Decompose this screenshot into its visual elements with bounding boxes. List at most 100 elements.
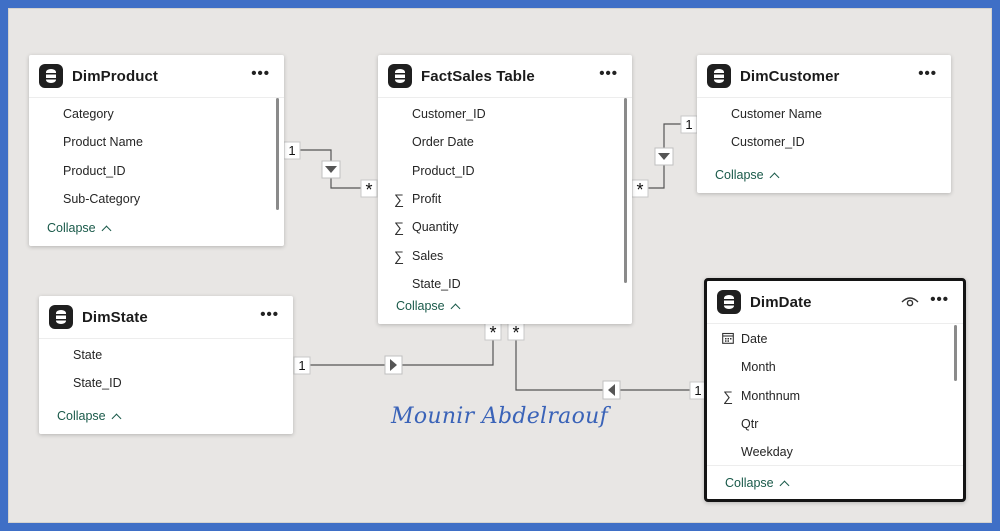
scrollbar[interactable] xyxy=(624,98,627,283)
collapse-button[interactable]: Collapse xyxy=(47,221,112,235)
table-icon xyxy=(39,64,63,88)
rel-product-one-label: 1 xyxy=(288,143,295,158)
chevron-up-icon xyxy=(101,225,112,235)
collapse-button[interactable]: Collapse xyxy=(396,299,461,313)
rel-state-many-label: * xyxy=(489,323,496,343)
rel-customer-many-label: * xyxy=(636,180,643,200)
field-label: Customer Name xyxy=(731,107,822,122)
more-options-icon[interactable]: ••• xyxy=(918,66,937,81)
collapse-label: Collapse xyxy=(725,476,774,490)
field-list: State State_ID xyxy=(39,339,293,398)
collapse-label: Collapse xyxy=(47,221,96,235)
field-label: State xyxy=(73,348,103,363)
table-icon xyxy=(717,290,741,314)
rel-state-one-label: 1 xyxy=(298,358,305,373)
field-row[interactable]: Month xyxy=(707,353,963,381)
field-label: Product_ID xyxy=(412,163,475,178)
field-row[interactable]: Sub-Category xyxy=(29,185,284,213)
field-row[interactable]: State_ID xyxy=(39,369,293,397)
watermark: Mounir Abdelraouf xyxy=(391,404,609,429)
rel-product-many-label: * xyxy=(365,180,372,200)
dimproduct-card[interactable]: DimProduct ••• Category Product Name Pro… xyxy=(29,55,284,246)
more-options-icon[interactable]: ••• xyxy=(260,307,279,322)
collapse-button[interactable]: Collapse xyxy=(715,168,780,182)
sigma-icon: ∑ xyxy=(723,387,733,404)
card-title: DimCustomer xyxy=(740,67,840,85)
field-row[interactable]: Product_ID xyxy=(378,157,632,185)
field-row[interactable]: Customer Name xyxy=(697,100,951,128)
field-row[interactable]: Order Date xyxy=(378,128,632,156)
field-row[interactable]: State xyxy=(39,341,293,369)
collapse-button[interactable]: Collapse xyxy=(725,476,790,490)
field-row[interactable]: ∑ Sales xyxy=(378,241,632,269)
rel-date-one-label: 1 xyxy=(694,383,701,398)
field-row[interactable]: State_ID xyxy=(378,270,632,298)
more-options-icon[interactable]: ••• xyxy=(599,66,618,81)
more-options-icon[interactable]: ••• xyxy=(930,292,949,307)
collapse-label: Collapse xyxy=(396,299,445,313)
field-row[interactable]: Date xyxy=(707,325,963,353)
field-label: Category xyxy=(63,107,114,122)
card-header[interactable]: FactSales Table ••• xyxy=(378,55,632,98)
dimcustomer-card[interactable]: DimCustomer ••• Customer Name Customer_I… xyxy=(697,55,951,193)
field-label: Date xyxy=(741,332,768,347)
field-row[interactable]: Category xyxy=(29,100,284,128)
table-icon xyxy=(388,64,412,88)
field-row[interactable]: Product Name xyxy=(29,128,284,156)
sigma-icon: ∑ xyxy=(394,247,404,264)
card-header[interactable]: DimDate ••• xyxy=(707,281,963,324)
calendar-icon xyxy=(721,332,735,346)
field-list: Customer Name Customer_ID xyxy=(697,98,951,157)
rel-customer-one-label: 1 xyxy=(685,117,692,132)
triangle-arrow-icon xyxy=(321,160,341,179)
factsales-card[interactable]: FactSales Table ••• Customer_ID Order Da… xyxy=(378,55,632,324)
scrollbar[interactable] xyxy=(276,98,279,210)
field-label: Product_ID xyxy=(63,163,126,178)
triangle-arrow-icon xyxy=(384,355,403,375)
chevron-up-icon xyxy=(779,480,790,490)
field-row[interactable]: Customer_ID xyxy=(697,128,951,156)
field-label: Customer_ID xyxy=(412,107,486,122)
field-row[interactable]: Customer_ID xyxy=(378,100,632,128)
field-row[interactable]: ∑ Monthnum xyxy=(707,382,963,410)
field-row[interactable]: Weekday xyxy=(707,438,963,466)
field-label: Quantity xyxy=(412,220,459,235)
card-header[interactable]: DimState ••• xyxy=(39,296,293,339)
eye-icon[interactable] xyxy=(901,296,919,308)
field-row[interactable]: Product_ID xyxy=(29,157,284,185)
field-label: Sub-Category xyxy=(63,192,141,207)
sigma-icon: ∑ xyxy=(394,219,404,236)
triangle-arrow-icon xyxy=(654,147,674,166)
field-label: State_ID xyxy=(412,276,461,291)
card-title: FactSales Table xyxy=(421,67,535,85)
dimstate-card[interactable]: DimState ••• State State_ID Collapse xyxy=(39,296,293,434)
field-row[interactable]: Qtr xyxy=(707,410,963,438)
field-row[interactable]: ∑ Quantity xyxy=(378,213,632,241)
more-options-icon[interactable]: ••• xyxy=(251,66,270,81)
card-header[interactable]: DimCustomer ••• xyxy=(697,55,951,98)
card-title: DimDate xyxy=(750,293,812,311)
collapse-button[interactable]: Collapse xyxy=(57,409,122,423)
field-list: Category Product Name Product_ID Sub-Cat… xyxy=(29,98,284,228)
chevron-up-icon xyxy=(450,303,461,313)
field-row[interactable]: ∑ Profit xyxy=(378,185,632,213)
table-icon xyxy=(707,64,731,88)
field-label: Month xyxy=(741,360,776,375)
field-label: Qtr xyxy=(741,417,759,432)
collapse-label: Collapse xyxy=(715,168,764,182)
scrollbar[interactable] xyxy=(954,325,957,381)
field-list: Customer_ID Order Date Product_ID ∑ Profi… xyxy=(378,98,632,298)
chevron-up-icon xyxy=(769,172,780,182)
field-list: Date Month ∑ Monthnum Qtr Weekday xyxy=(707,324,963,466)
field-label: Profit xyxy=(412,192,442,207)
card-header[interactable]: DimProduct ••• xyxy=(29,55,284,98)
triangle-arrow-icon xyxy=(602,380,621,400)
field-label: Monthnum xyxy=(741,388,801,403)
dimdate-card[interactable]: DimDate ••• Date Month ∑ Monthnum Qtr Wee… xyxy=(704,278,966,502)
card-title: DimProduct xyxy=(72,67,159,85)
field-label: Customer_ID xyxy=(731,135,805,150)
sigma-icon: ∑ xyxy=(394,191,404,208)
card-title: DimState xyxy=(82,308,148,326)
field-label: Order Date xyxy=(412,135,474,150)
chevron-up-icon xyxy=(111,413,122,423)
